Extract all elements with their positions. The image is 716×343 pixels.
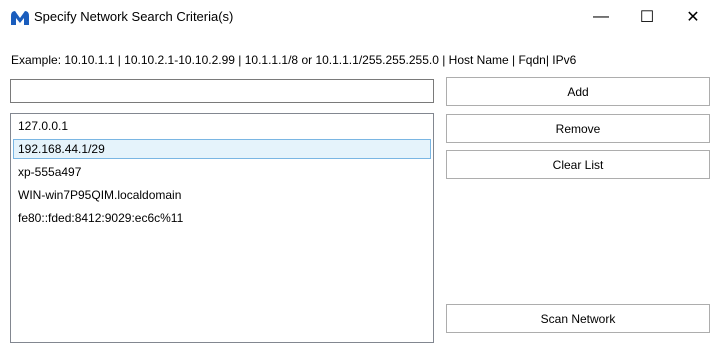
remove-button[interactable]: Remove (446, 114, 710, 143)
list-item[interactable]: 192.168.44.1/29 (13, 139, 431, 159)
target-input[interactable] (10, 79, 434, 103)
list-item[interactable]: fe80::fded:8412:9029:ec6c%11 (13, 208, 431, 228)
close-button[interactable]: ✕ (670, 0, 716, 34)
scan-network-button[interactable]: Scan Network (446, 304, 710, 333)
maximize-icon: ☐ (639, 9, 655, 26)
example-hint: Example: 10.10.1.1 | 10.10.2.1-10.10.2.9… (11, 53, 577, 67)
list-item[interactable]: 127.0.0.1 (13, 116, 431, 136)
add-button[interactable]: Add (446, 77, 710, 106)
close-icon: ✕ (686, 9, 700, 26)
clear-list-button[interactable]: Clear List (446, 150, 710, 179)
minimize-button[interactable]: — (578, 0, 624, 34)
maximize-button[interactable]: ☐ (624, 0, 670, 34)
minimize-icon: — (593, 8, 609, 25)
window-title: Specify Network Search Criteria(s) (34, 9, 234, 24)
title-bar[interactable]: Specify Network Search Criteria(s) — ☐ ✕ (0, 0, 716, 34)
list-item[interactable]: xp-555a497 (13, 162, 431, 182)
list-item[interactable]: WIN-win7P95QIM.localdomain (13, 185, 431, 205)
target-list[interactable]: 127.0.0.1 192.168.44.1/29 xp-555a497 WIN-wi… (10, 113, 434, 343)
malwarebytes-logo-icon (11, 11, 29, 25)
